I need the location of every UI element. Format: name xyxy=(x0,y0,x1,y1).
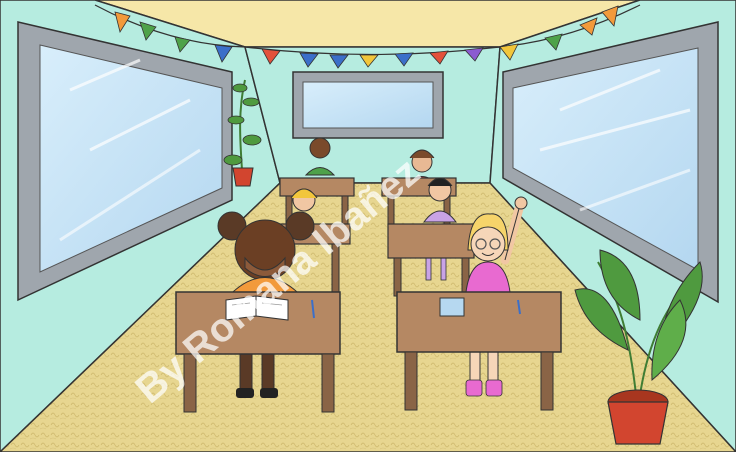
back-window xyxy=(292,71,444,139)
classroom-svg: By Romana Ibañez xyxy=(0,0,736,452)
classroom-illustration: By Romana Ibañez xyxy=(0,0,736,452)
